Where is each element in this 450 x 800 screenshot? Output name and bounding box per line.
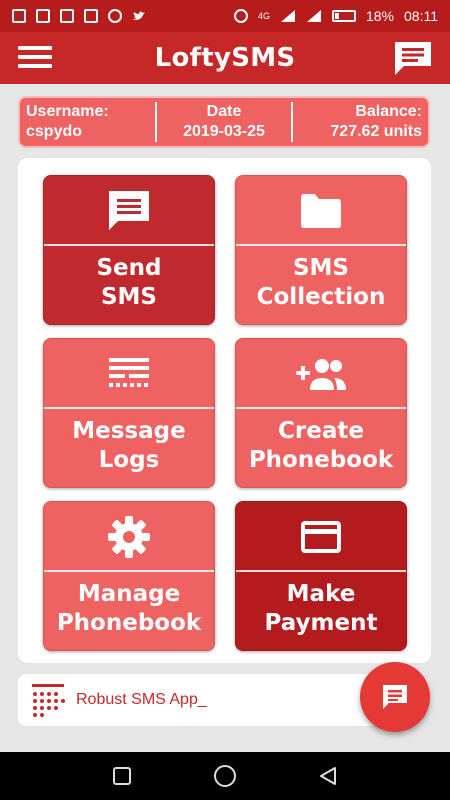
manage-phonebook-tile[interactable]: Manage Phonebook (43, 501, 215, 651)
battery-icon (331, 10, 356, 22)
system-icons: 4G 18% 08:11 (233, 8, 438, 24)
network-type: 4G (257, 11, 270, 21)
alarm-icon (233, 9, 248, 23)
balance-label: Balance: (355, 103, 423, 120)
create-phonebook-tile[interactable]: Create Phonebook (235, 338, 407, 488)
square-icon (112, 767, 131, 785)
date-value: 2019-03-25 (183, 123, 265, 140)
notification-icons (12, 9, 146, 23)
tile-label-line2: Payment (264, 610, 378, 636)
tile-label-line2: Phonebook (56, 610, 202, 636)
signal-icon-2 (306, 10, 321, 22)
make-payment-tile[interactable]: Make Payment (235, 501, 407, 651)
send-sms-tile[interactable]: Send SMS (43, 175, 215, 325)
twitter-icon (132, 9, 146, 23)
shield-icon (36, 9, 50, 23)
tile-label-line1: Make (286, 581, 356, 607)
back-button[interactable] (313, 761, 343, 791)
image-icon (60, 9, 74, 23)
tile-label-line2: Logs (98, 447, 160, 473)
chat-icon[interactable] (392, 39, 434, 77)
status-bar: 4G 18% 08:11 (0, 0, 450, 32)
chat-icon (383, 685, 407, 709)
balance-cell: Balance: 727.62 units (293, 98, 428, 146)
credit-card-icon (236, 512, 406, 562)
sms-collection-tile[interactable]: SMS Collection (235, 175, 407, 325)
flash-icon (108, 9, 122, 23)
system-navigation-bar (0, 752, 450, 800)
home-button[interactable] (210, 761, 240, 791)
balance-value: 727.62 units (330, 123, 423, 140)
battery-percent: 18% (365, 8, 394, 24)
message-icon (44, 186, 214, 236)
account-info-bar: Username: cspydo Date 2019-03-25 Balance… (18, 96, 430, 148)
date-cell: Date 2019-03-25 (154, 102, 294, 142)
settings-gear-icon (44, 512, 214, 562)
triangle-back-icon (320, 767, 337, 785)
clock: 08:11 (404, 8, 438, 24)
circle-icon (213, 765, 236, 787)
dotted-grid-icon (32, 684, 65, 717)
username-value: cspydo (26, 123, 83, 140)
tile-label-line1: Create (278, 418, 364, 444)
username-cell: Username: cspydo (20, 98, 155, 146)
logs-icon (44, 349, 214, 399)
tile-label-line1: Manage (77, 581, 181, 607)
signal-icon (280, 10, 295, 22)
tile-label-line1: Send (96, 255, 162, 281)
app-bar: LoftySMS (0, 32, 450, 84)
app-title: LoftySMS (154, 43, 296, 73)
notification-icon (12, 9, 26, 23)
date-label: Date (206, 103, 242, 120)
recent-apps-button[interactable] (107, 761, 137, 791)
hamburger-menu-icon[interactable] (18, 42, 52, 72)
tile-label-line2: Collection (256, 284, 386, 310)
tile-label-line2: SMS (100, 284, 158, 310)
tile-label-line1: SMS (292, 255, 350, 281)
floating-chat-button[interactable] (360, 662, 430, 732)
tile-label-line2: Phonebook (248, 447, 394, 473)
chat-notification-icon (84, 9, 98, 23)
username-label: Username: (26, 103, 109, 120)
folder-icon (236, 186, 406, 236)
tile-label-line1: Message (72, 418, 186, 444)
banner-text: Robust SMS App_ (76, 691, 207, 708)
message-logs-tile[interactable]: Message Logs (43, 338, 215, 488)
add-group-icon (236, 349, 406, 399)
promo-banner[interactable]: Robust SMS App_ (18, 674, 378, 726)
main-menu-panel: Send SMS SMS Collection Message Logs Cre… (18, 158, 431, 663)
